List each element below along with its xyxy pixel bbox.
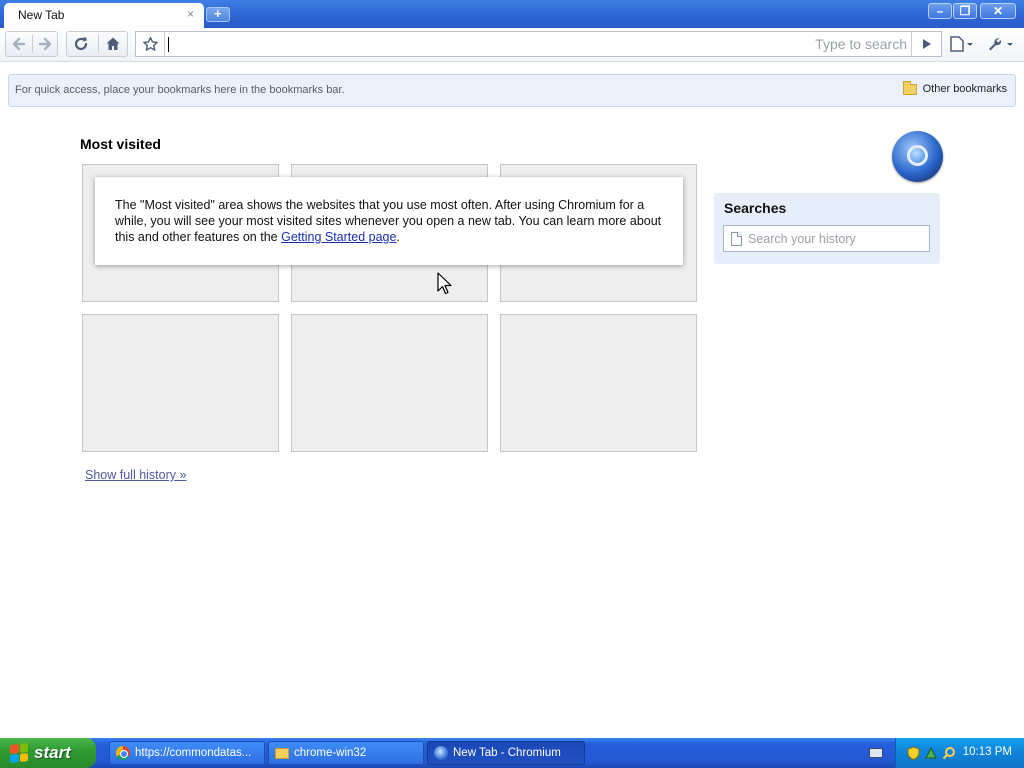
arrow-cursor-icon (437, 272, 452, 295)
network-icon[interactable] (924, 746, 938, 760)
security-shield-icon[interactable] (906, 746, 920, 760)
searches-panel: Searches Search your history (714, 193, 940, 264)
start-label: start (34, 743, 71, 762)
restore-icon: ❐ (959, 4, 971, 18)
go-button[interactable] (911, 32, 941, 56)
reload-icon (74, 37, 88, 51)
clock: 10:13 PM (962, 746, 1012, 758)
taskbar-item-commondatastorage[interactable]: https://commondatas... (109, 741, 265, 765)
close-window-button[interactable]: ✕ (980, 3, 1016, 19)
omnibox-separator (164, 32, 165, 56)
home-icon (106, 37, 120, 50)
minimize-icon: – (936, 4, 944, 18)
toolbar: Type to search (0, 28, 1024, 62)
system-tray: 10:13 PM (895, 738, 1024, 768)
most-visited-thumbnail[interactable] (500, 314, 697, 452)
bookmarks-bar: For quick access, place your bookmarks h… (8, 74, 1016, 107)
most-visited-thumbnail[interactable] (82, 314, 279, 452)
windows-flag-icon (10, 743, 28, 763)
play-triangle-icon (922, 39, 931, 49)
text-caret (168, 37, 169, 52)
start-button[interactable]: start (0, 738, 96, 768)
most-visited-notice: The "Most visited" area shows the websit… (95, 177, 683, 265)
star-icon (142, 36, 158, 51)
wrench-menu-button[interactable] (984, 32, 1018, 56)
home-button[interactable] (100, 32, 126, 56)
page-icon (731, 232, 742, 246)
taskbar-item-label: chrome-win32 (294, 747, 367, 759)
minimize-button[interactable]: – (928, 3, 952, 19)
searches-title: Searches (724, 200, 787, 216)
back-button[interactable] (6, 32, 32, 56)
reload-button[interactable] (68, 32, 94, 56)
getting-started-link[interactable]: Getting Started page (281, 230, 396, 244)
taskbar: start https://commondatas... chrome-win3… (0, 738, 1024, 768)
chromium-logo (892, 131, 943, 182)
chromium-icon (434, 746, 448, 760)
chromium-logo-center (907, 145, 928, 166)
back-forward-group (5, 31, 58, 57)
plus-icon: + (214, 6, 222, 21)
most-visited-thumbnail[interactable] (291, 314, 488, 452)
other-bookmarks-button[interactable]: Other bookmarks (902, 80, 1007, 95)
wrench-icon (989, 38, 1013, 51)
search-icon[interactable] (942, 746, 956, 760)
chrome-icon (116, 746, 130, 760)
close-icon: ✕ (992, 4, 1004, 18)
taskbar-item-chrome-win32[interactable]: chrome-win32 (268, 741, 424, 765)
page-menu-icon (950, 36, 973, 52)
taskbar-item-label: https://commondatas... (135, 747, 252, 759)
reload-home-group (66, 31, 128, 57)
search-history-placeholder: Search your history (748, 232, 856, 246)
restore-button[interactable]: ❐ (953, 3, 977, 19)
show-full-history-link[interactable]: Show full history » (85, 468, 186, 482)
toolbar-separator (98, 35, 99, 53)
search-history-input[interactable]: Search your history (723, 225, 930, 252)
tab-new-tab[interactable]: New Tab × (4, 3, 204, 28)
other-bookmarks-label: Other bookmarks (922, 83, 1007, 95)
keyboard-icon[interactable] (869, 748, 883, 758)
page-menu-button[interactable] (946, 32, 978, 56)
tab-close-icon[interactable]: × (187, 7, 194, 21)
most-visited-title: Most visited (80, 136, 161, 152)
bookmark-star-button[interactable] (136, 32, 164, 56)
taskbar-item-label: New Tab - Chromium (453, 747, 561, 759)
new-tab-button[interactable]: + (206, 6, 230, 22)
forward-button[interactable] (32, 32, 58, 56)
notice-end: . (396, 230, 400, 244)
arrow-right-icon (38, 37, 52, 51)
folder-icon (275, 747, 289, 759)
tab-title: New Tab (18, 8, 65, 22)
taskbar-item-new-tab-chromium[interactable]: New Tab - Chromium (427, 741, 585, 765)
omnibox-placeholder: Type to search (815, 36, 907, 52)
title-bar: New Tab × + – ❐ ✕ (0, 0, 1024, 28)
folder-icon (902, 80, 917, 95)
omnibox[interactable]: Type to search (135, 31, 942, 57)
bookmarks-bar-hint: For quick access, place your bookmarks h… (15, 84, 345, 96)
arrow-left-icon (12, 37, 26, 51)
